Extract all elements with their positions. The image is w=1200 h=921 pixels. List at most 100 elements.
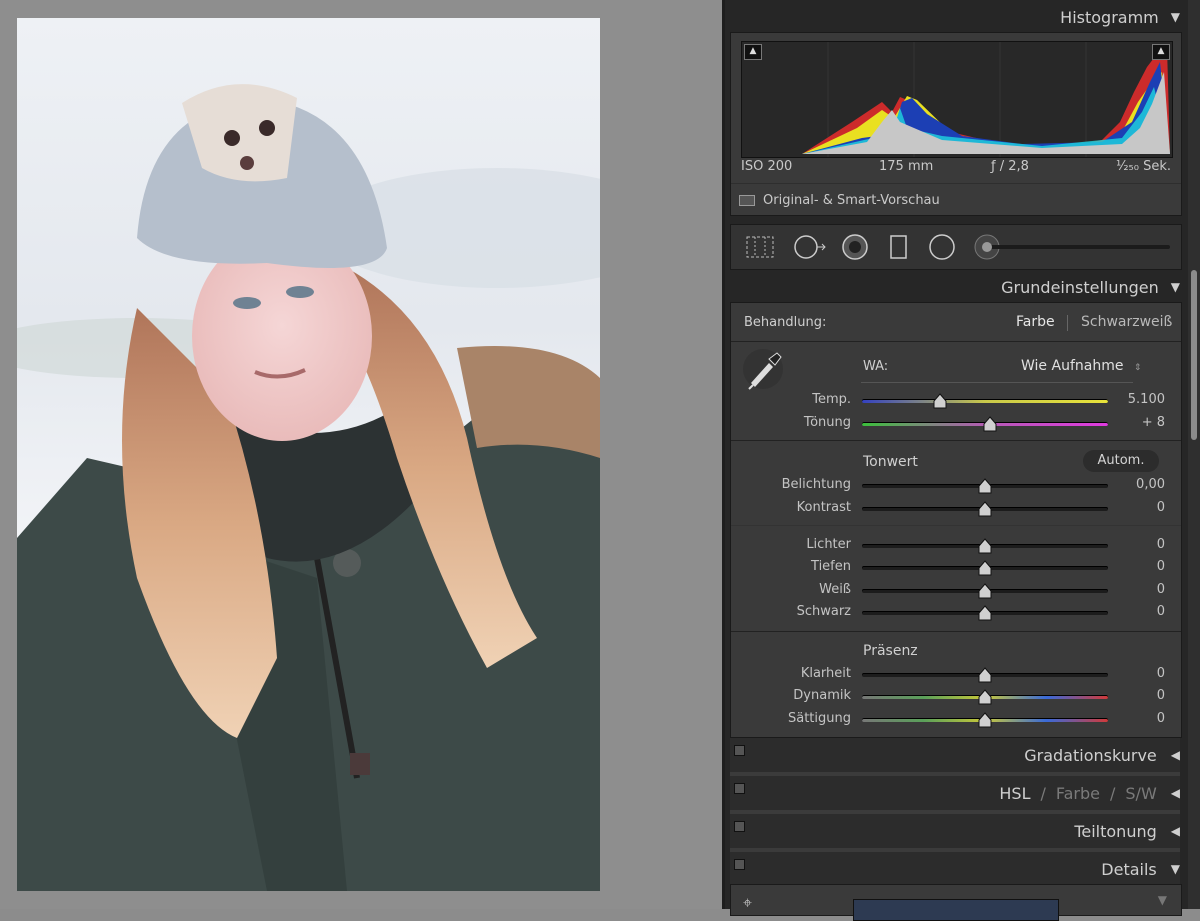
- shadows-value[interactable]: 0: [1105, 559, 1165, 574]
- preview-triangle-icon[interactable]: ▼: [1158, 893, 1167, 907]
- exposure-value[interactable]: 0,00: [1105, 477, 1165, 492]
- details-section: ⌖ ▼: [730, 884, 1182, 921]
- vibrance-slider-thumb[interactable]: [978, 689, 992, 705]
- panel-toggle-switch[interactable]: [734, 859, 745, 870]
- histogram-header[interactable]: Histogramm ▼: [730, 0, 1180, 34]
- crop-overlay-icon[interactable]: [745, 234, 775, 260]
- histogram-title: Histogramm: [1060, 7, 1159, 27]
- clarity-label: Klarheit: [800, 666, 851, 681]
- tone-curve-panel-header[interactable]: Gradationskurve ◀: [730, 738, 1180, 776]
- treatment-label: Behandlung:: [744, 315, 827, 330]
- expand-triangle-icon[interactable]: ◀: [1171, 786, 1180, 800]
- highlight-clipping-toggle-icon[interactable]: ▲: [1152, 44, 1170, 60]
- photo-canvas[interactable]: [0, 0, 722, 909]
- blacks-value[interactable]: 0: [1105, 604, 1165, 619]
- treatment-bw-option[interactable]: Schwarzweiß: [1081, 314, 1172, 330]
- basic-panel-header[interactable]: Grundeinstellungen ▼: [730, 270, 1180, 304]
- panel-toggle-switch[interactable]: [734, 821, 745, 832]
- split-toning-title: Teiltonung: [1074, 821, 1157, 841]
- scrollbar-thumb[interactable]: [1191, 270, 1197, 440]
- details-title: Details: [1101, 859, 1157, 879]
- crosshair-target-icon[interactable]: ⌖: [743, 893, 752, 913]
- expand-triangle-icon[interactable]: ◀: [1171, 748, 1180, 762]
- shadow-clipping-toggle-icon[interactable]: ▲: [744, 44, 762, 60]
- tab-separator: /: [1110, 783, 1116, 803]
- radial-filter-icon[interactable]: [928, 234, 956, 260]
- histogram-divider: [731, 183, 1181, 184]
- adjustment-brush-slider[interactable]: [974, 234, 1174, 260]
- collapse-triangle-icon[interactable]: ▼: [1171, 280, 1180, 294]
- exposure-slider-thumb[interactable]: [978, 478, 992, 494]
- tone-curve-title: Gradationskurve: [1024, 745, 1157, 765]
- shadows-slider-thumb[interactable]: [978, 560, 992, 576]
- whites-slider-thumb[interactable]: [978, 583, 992, 599]
- tone-section-title: Tonwert: [863, 454, 918, 470]
- hsl-tab[interactable]: HSL: [999, 784, 1030, 803]
- collapse-triangle-icon[interactable]: ▼: [1171, 10, 1180, 24]
- focal-length-readout: 175 mm: [879, 159, 934, 174]
- hsl-panel-header[interactable]: HSL / Farbe / S/W ◀: [730, 776, 1180, 814]
- tint-slider-thumb[interactable]: [983, 416, 997, 432]
- auto-tone-button[interactable]: Autom.: [1083, 450, 1159, 472]
- temp-slider-thumb[interactable]: [933, 393, 947, 409]
- dropdown-arrows-icon: ⇕: [1133, 363, 1142, 373]
- contrast-slider-thumb[interactable]: [978, 501, 992, 517]
- red-eye-correction-icon[interactable]: [841, 234, 869, 260]
- graduated-filter-icon[interactable]: [888, 234, 910, 260]
- shadows-label: Tiefen: [811, 559, 851, 574]
- color-tab[interactable]: Farbe: [1056, 784, 1100, 803]
- highlights-slider-thumb[interactable]: [978, 538, 992, 554]
- highlights-value[interactable]: 0: [1105, 537, 1165, 552]
- basic-section: Behandlung: Farbe Schwarzweiß WA: Wie Au…: [730, 302, 1182, 738]
- exposure-label: Belichtung: [781, 477, 851, 492]
- clarity-slider-thumb[interactable]: [978, 667, 992, 683]
- vibrance-label: Dynamik: [793, 688, 851, 703]
- vibrance-value[interactable]: 0: [1105, 688, 1165, 703]
- smart-preview-label: Original- & Smart-Vorschau: [763, 193, 940, 208]
- bw-tab[interactable]: S/W: [1125, 784, 1156, 803]
- blacks-slider-thumb[interactable]: [978, 605, 992, 621]
- divider: [731, 341, 1181, 342]
- white-balance-picker-icon[interactable]: [741, 347, 785, 391]
- wb-label: WA:: [863, 359, 889, 374]
- blacks-label: Schwarz: [796, 604, 851, 619]
- details-panel-header[interactable]: Details ▼: [730, 852, 1180, 886]
- wb-preset-dropdown[interactable]: Wie Aufnahme ⇕: [1021, 358, 1141, 374]
- panel-toggle-switch[interactable]: [734, 745, 745, 756]
- whites-value[interactable]: 0: [1105, 582, 1165, 597]
- spot-removal-icon[interactable]: [793, 234, 829, 260]
- whites-label: Weiß: [819, 582, 851, 597]
- split-toning-panel-header[interactable]: Teiltonung ◀: [730, 814, 1180, 852]
- temp-slider[interactable]: [862, 399, 1108, 403]
- aperture-readout: ƒ / 2,8: [991, 159, 1029, 174]
- saturation-value[interactable]: 0: [1105, 711, 1165, 726]
- treatment-separator: [1067, 315, 1068, 331]
- smart-preview-icon: [739, 195, 755, 206]
- iso-readout: ISO 200: [741, 159, 793, 174]
- panel-scrollbar[interactable]: [1188, 0, 1200, 909]
- portrait-photo-image: [17, 18, 600, 891]
- wb-preset-value: Wie Aufnahme: [1021, 358, 1124, 374]
- detail-zoom-preview[interactable]: [853, 899, 1059, 921]
- temp-value[interactable]: 5.100: [1105, 392, 1165, 407]
- treatment-color-option[interactable]: Farbe: [1016, 314, 1055, 330]
- histogram-section: ▲ ▲ ISO 200 175 mm ƒ / 2,8 ¹⁄₂₅₀ Sek. Or…: [730, 32, 1182, 216]
- tint-label: Tönung: [803, 415, 851, 430]
- panel-toggle-switch[interactable]: [734, 783, 745, 794]
- collapse-triangle-icon[interactable]: ▼: [1171, 862, 1180, 876]
- smart-preview-status[interactable]: Original- & Smart-Vorschau: [739, 193, 940, 208]
- tint-value[interactable]: + 8: [1105, 415, 1165, 430]
- contrast-value[interactable]: 0: [1105, 500, 1165, 515]
- clarity-value[interactable]: 0: [1105, 666, 1165, 681]
- saturation-slider-thumb[interactable]: [978, 712, 992, 728]
- photo-preview[interactable]: [17, 18, 600, 891]
- temp-label: Temp.: [812, 392, 851, 407]
- histogram-chart: [802, 42, 1170, 157]
- wb-underline: [861, 382, 1133, 383]
- histogram-graph[interactable]: ▲ ▲: [741, 41, 1173, 158]
- expand-triangle-icon[interactable]: ◀: [1171, 824, 1180, 838]
- divider: [731, 440, 1181, 441]
- presence-section-title: Präsenz: [863, 643, 918, 659]
- tab-separator: /: [1040, 783, 1046, 803]
- contrast-label: Kontrast: [796, 500, 851, 515]
